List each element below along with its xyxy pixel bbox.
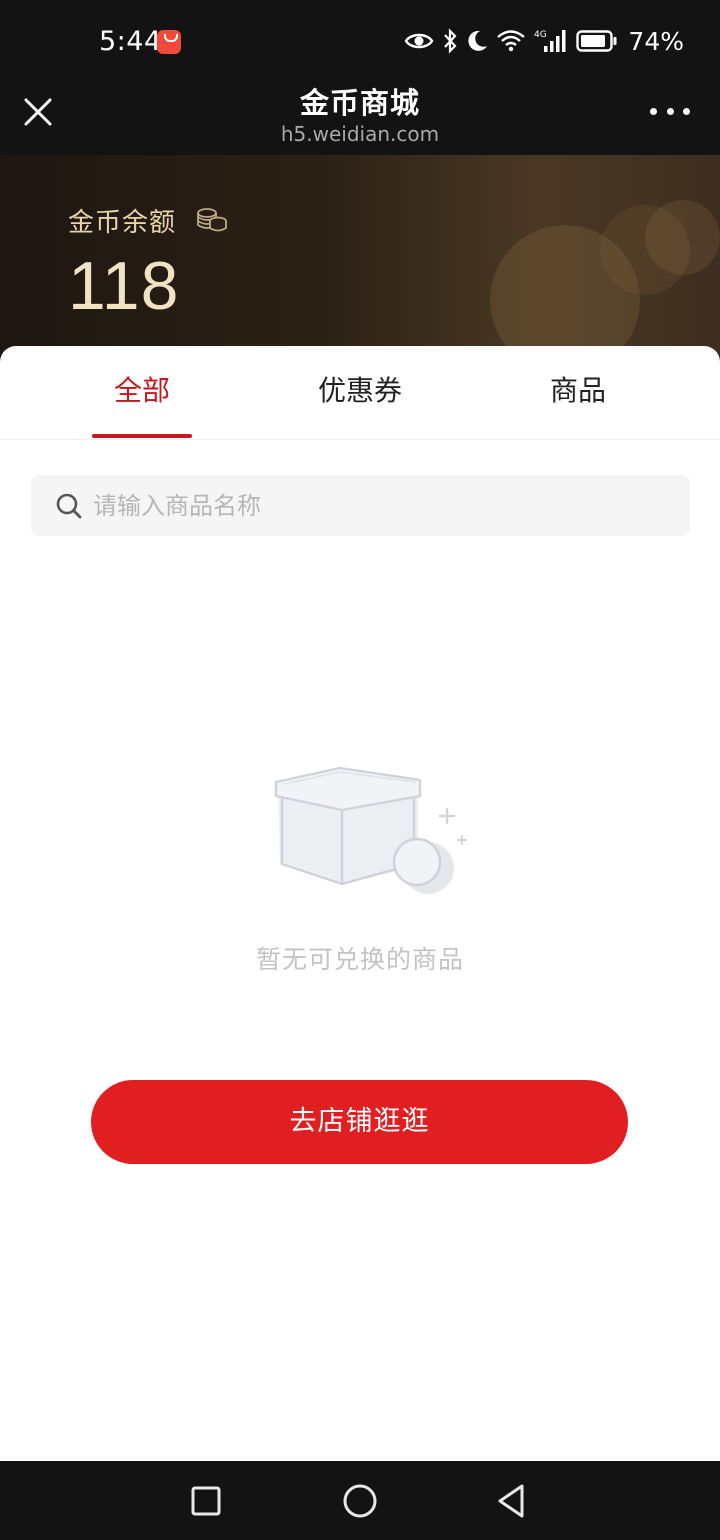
- page-title: 金币商城: [299, 86, 420, 120]
- search-bar[interactable]: [31, 475, 690, 536]
- page-url: h5.weidian.com: [280, 122, 440, 146]
- recent-apps-icon[interactable]: [186, 1481, 226, 1521]
- tab-products[interactable]: 商品: [468, 346, 688, 439]
- app-badge-icon: [157, 30, 181, 54]
- balance-amount: 118: [68, 248, 180, 324]
- balance-banner: 金币余额 118: [0, 155, 720, 370]
- main-panel: 全部 优惠券 商品 暂无可兑换的商品 去店铺逛逛: [0, 346, 720, 1461]
- eye-icon: [405, 33, 434, 49]
- home-icon[interactable]: [340, 1481, 380, 1521]
- more-options-icon[interactable]: [650, 94, 690, 128]
- battery-percent: 74%: [628, 26, 684, 56]
- coins-icon: [197, 208, 227, 232]
- decorative-coin: [645, 200, 720, 275]
- tab-coupons[interactable]: 优惠券: [250, 346, 470, 439]
- tab-bar: 全部 优惠券 商品: [0, 346, 720, 440]
- moon-icon: [468, 30, 488, 51]
- signal-icon: 4G: [534, 30, 566, 52]
- battery-icon: [576, 30, 617, 52]
- visit-shop-button[interactable]: 去店铺逛逛: [91, 1080, 628, 1164]
- active-tab-indicator: [92, 434, 192, 438]
- balance-label: 金币余额: [68, 208, 177, 238]
- tab-all[interactable]: 全部: [32, 346, 252, 439]
- empty-state-message: 暂无可兑换的商品: [255, 945, 464, 974]
- status-time: 5:44: [99, 26, 162, 57]
- back-icon[interactable]: [492, 1481, 532, 1521]
- empty-box-icon: [274, 766, 467, 894]
- search-icon: [56, 493, 82, 519]
- network-type-label: 4G: [534, 30, 547, 40]
- status-icons: 4G 74%: [404, 24, 684, 58]
- bluetooth-icon: [444, 28, 457, 54]
- title-bar: 金币商城 h5.weidian.com: [0, 80, 720, 155]
- system-nav-bar: [0, 1461, 720, 1540]
- search-input[interactable]: [93, 475, 673, 536]
- wifi-icon: [497, 30, 526, 52]
- status-bar: 5:44 4G 74%: [0, 0, 720, 80]
